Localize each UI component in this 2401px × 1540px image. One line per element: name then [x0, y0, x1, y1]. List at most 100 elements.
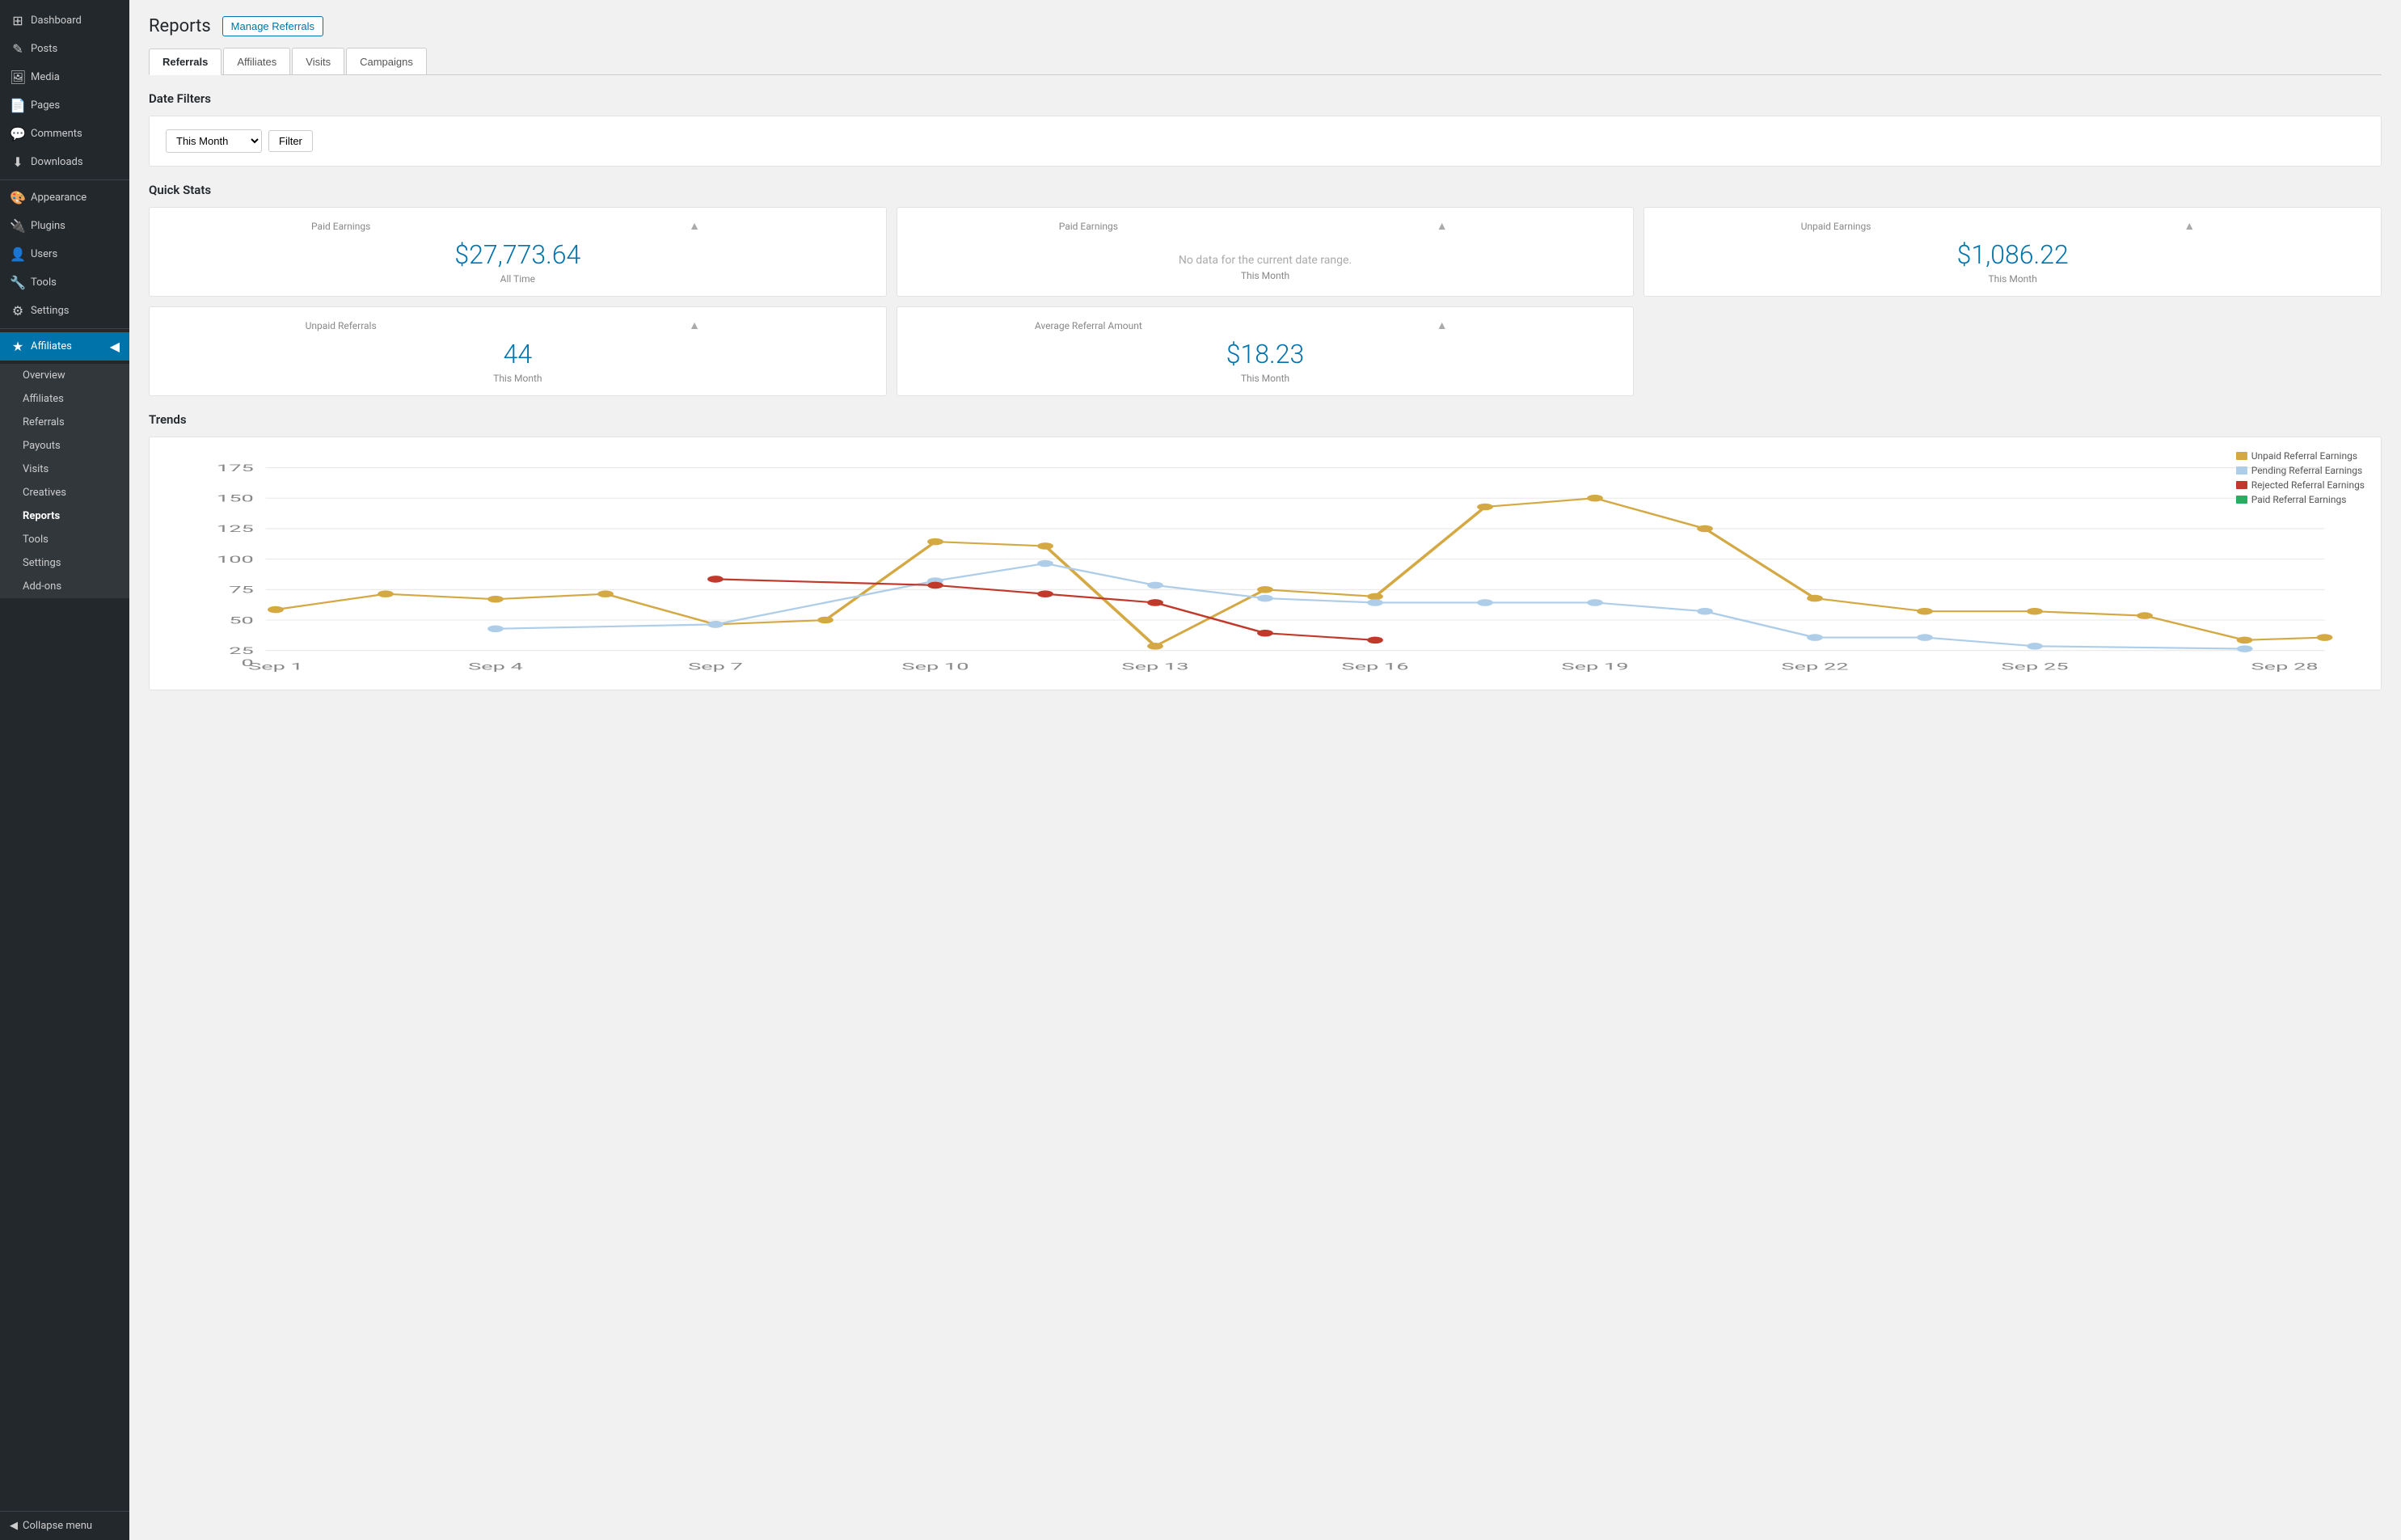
stat-arrow-5: ▲ [1265, 319, 1618, 332]
sidebar-item-tools[interactable]: 🔧 Tools [0, 268, 129, 297]
unpaid-dot-4 [597, 590, 614, 597]
stat-label-5: Average Referral Amount ▲ [912, 319, 1619, 332]
trend-chart-svg: 175 150 125 100 75 50 25 0 Sep 1 Sep 4 S… [166, 450, 2365, 677]
pending-dot-6 [1257, 595, 1273, 602]
svg-text:Sep 10: Sep 10 [901, 661, 968, 673]
unpaid-dot-15 [1807, 595, 1823, 602]
users-icon: 👤 [10, 247, 26, 262]
unpaid-dot-11 [1367, 593, 1383, 601]
tab-referrals[interactable]: Referrals [149, 49, 222, 75]
stat-card-paid-earnings-month: Paid Earnings ▲ No data for the current … [897, 207, 1635, 297]
stat-period-5: This Month [912, 373, 1619, 384]
sidebar-item-creatives[interactable]: Creatives [0, 481, 129, 504]
legend-paid: Paid Referral Earnings [2236, 494, 2365, 505]
legend-rejected: Rejected Referral Earnings [2236, 479, 2365, 491]
svg-text:Sep 19: Sep 19 [1561, 661, 1628, 673]
rejected-line [715, 579, 1375, 639]
rejected-dot-1 [707, 576, 724, 583]
unpaid-dot-18 [2137, 612, 2153, 619]
tab-affiliates[interactable]: Affiliates [223, 48, 290, 74]
sidebar-item-appearance[interactable]: 🎨 Appearance [0, 184, 129, 212]
svg-text:50: 50 [229, 615, 254, 627]
dashboard-icon: ⊞ [10, 13, 26, 28]
svg-text:100: 100 [217, 555, 254, 566]
chart-container: Unpaid Referral Earnings Pending Referra… [166, 450, 2365, 677]
stat-period-4: This Month [164, 373, 871, 384]
manage-referrals-button[interactable]: Manage Referrals [222, 16, 323, 36]
rejected-dot-4 [1147, 599, 1163, 606]
unpaid-dot-17 [2027, 608, 2043, 615]
stat-card-avg-referral: Average Referral Amount ▲ $18.23 This Mo… [897, 306, 1635, 396]
tab-visits[interactable]: Visits [292, 48, 344, 74]
affiliates-submenu: Overview Affiliates Referrals Payouts Vi… [0, 364, 129, 598]
sidebar-item-referrals[interactable]: Referrals [0, 411, 129, 434]
settings-icon: ⚙ [10, 303, 26, 319]
date-filter-row: This Month Last Month This Year Last Yea… [166, 129, 2365, 153]
sidebar-item-settings-sub[interactable]: Settings [0, 551, 129, 575]
sidebar-item-affiliates[interactable]: ★ Affiliates ◀ [0, 332, 129, 361]
quick-stats-row2: Unpaid Referrals ▲ 44 This Month Average… [149, 306, 2382, 396]
legend-color-unpaid [2236, 452, 2247, 460]
main-content: Reports Manage Referrals Referrals Affil… [129, 0, 2401, 1540]
date-filter-section: This Month Last Month This Year Last Yea… [149, 116, 2382, 167]
affiliates-icon: ★ [10, 339, 26, 354]
stat-label-3: Unpaid Earnings ▲ [1659, 219, 2366, 233]
filter-button[interactable]: Filter [268, 130, 313, 152]
sidebar-divider-1 [0, 179, 129, 180]
legend-color-rejected [2236, 481, 2247, 489]
sidebar-item-comments[interactable]: 💬 Comments [0, 120, 129, 148]
sidebar-divider-2 [0, 328, 129, 329]
sidebar-item-addons[interactable]: Add-ons [0, 575, 129, 598]
collapse-menu-button[interactable]: ◀ Collapse menu [0, 1511, 129, 1540]
sidebar-item-pages[interactable]: 📄 Pages [0, 91, 129, 120]
pending-line [496, 563, 2245, 649]
unpaid-dot-12 [1477, 504, 1493, 511]
downloads-icon: ⬇ [10, 154, 26, 170]
quick-stats-row1: Paid Earnings ▲ $27,773.64 All Time Paid… [149, 207, 2382, 297]
sidebar-item-reports[interactable]: Reports [0, 504, 129, 528]
unpaid-dot-10 [1257, 586, 1273, 593]
tab-campaigns[interactable]: Campaigns [346, 48, 427, 74]
sidebar-item-dashboard[interactable]: ⊞ Dashboard [0, 6, 129, 35]
stat-card-paid-earnings-alltime: Paid Earnings ▲ $27,773.64 All Time [149, 207, 887, 297]
pending-dot-5 [1147, 582, 1163, 589]
rejected-dot-2 [927, 582, 943, 589]
posts-icon: ✎ [10, 41, 26, 57]
sidebar: ⊞ Dashboard ✎ Posts 🖼 Media 📄 Pages 💬 Co… [0, 0, 129, 1540]
unpaid-dot-1 [268, 606, 284, 614]
pending-dot-13 [2027, 643, 2043, 650]
stat-placeholder [1644, 306, 2382, 396]
sidebar-item-settings[interactable]: ⚙ Settings [0, 297, 129, 325]
sidebar-item-payouts[interactable]: Payouts [0, 434, 129, 458]
stat-value-1: $27,773.64 [164, 239, 871, 270]
sidebar-item-tools-sub[interactable]: Tools [0, 528, 129, 551]
unpaid-line [276, 498, 2325, 646]
pending-dot-11 [1807, 634, 1823, 641]
stat-period-2: This Month [912, 270, 1619, 281]
svg-text:Sep 28: Sep 28 [2251, 661, 2319, 673]
sidebar-item-overview[interactable]: Overview [0, 364, 129, 387]
sidebar-item-posts[interactable]: ✎ Posts [0, 35, 129, 63]
sidebar-item-plugins[interactable]: 🔌 Plugins [0, 212, 129, 240]
svg-text:75: 75 [229, 584, 254, 596]
rejected-dot-6 [1367, 636, 1383, 643]
svg-text:150: 150 [217, 493, 254, 504]
pending-dot-2 [707, 621, 724, 628]
sidebar-item-users[interactable]: 👤 Users [0, 240, 129, 268]
sidebar-item-media[interactable]: 🖼 Media [0, 63, 129, 91]
svg-text:Sep 4: Sep 4 [468, 661, 523, 673]
stat-arrow-3: ▲ [2013, 219, 2366, 233]
appearance-icon: 🎨 [10, 190, 26, 205]
comments-icon: 💬 [10, 126, 26, 141]
stat-label-1: Paid Earnings ▲ [164, 219, 871, 233]
sidebar-item-visits[interactable]: Visits [0, 458, 129, 481]
sidebar-item-affiliates-sub[interactable]: Affiliates [0, 387, 129, 411]
pending-dot-1 [487, 625, 504, 632]
legend-pending: Pending Referral Earnings [2236, 465, 2365, 476]
legend-color-pending [2236, 466, 2247, 475]
stat-period-3: This Month [1659, 273, 2366, 285]
date-range-select[interactable]: This Month Last Month This Year Last Yea… [166, 129, 262, 153]
svg-text:Sep 22: Sep 22 [1781, 661, 1848, 673]
sidebar-item-downloads[interactable]: ⬇ Downloads [0, 148, 129, 176]
stat-no-data-2: No data for the current date range. [912, 239, 1619, 270]
